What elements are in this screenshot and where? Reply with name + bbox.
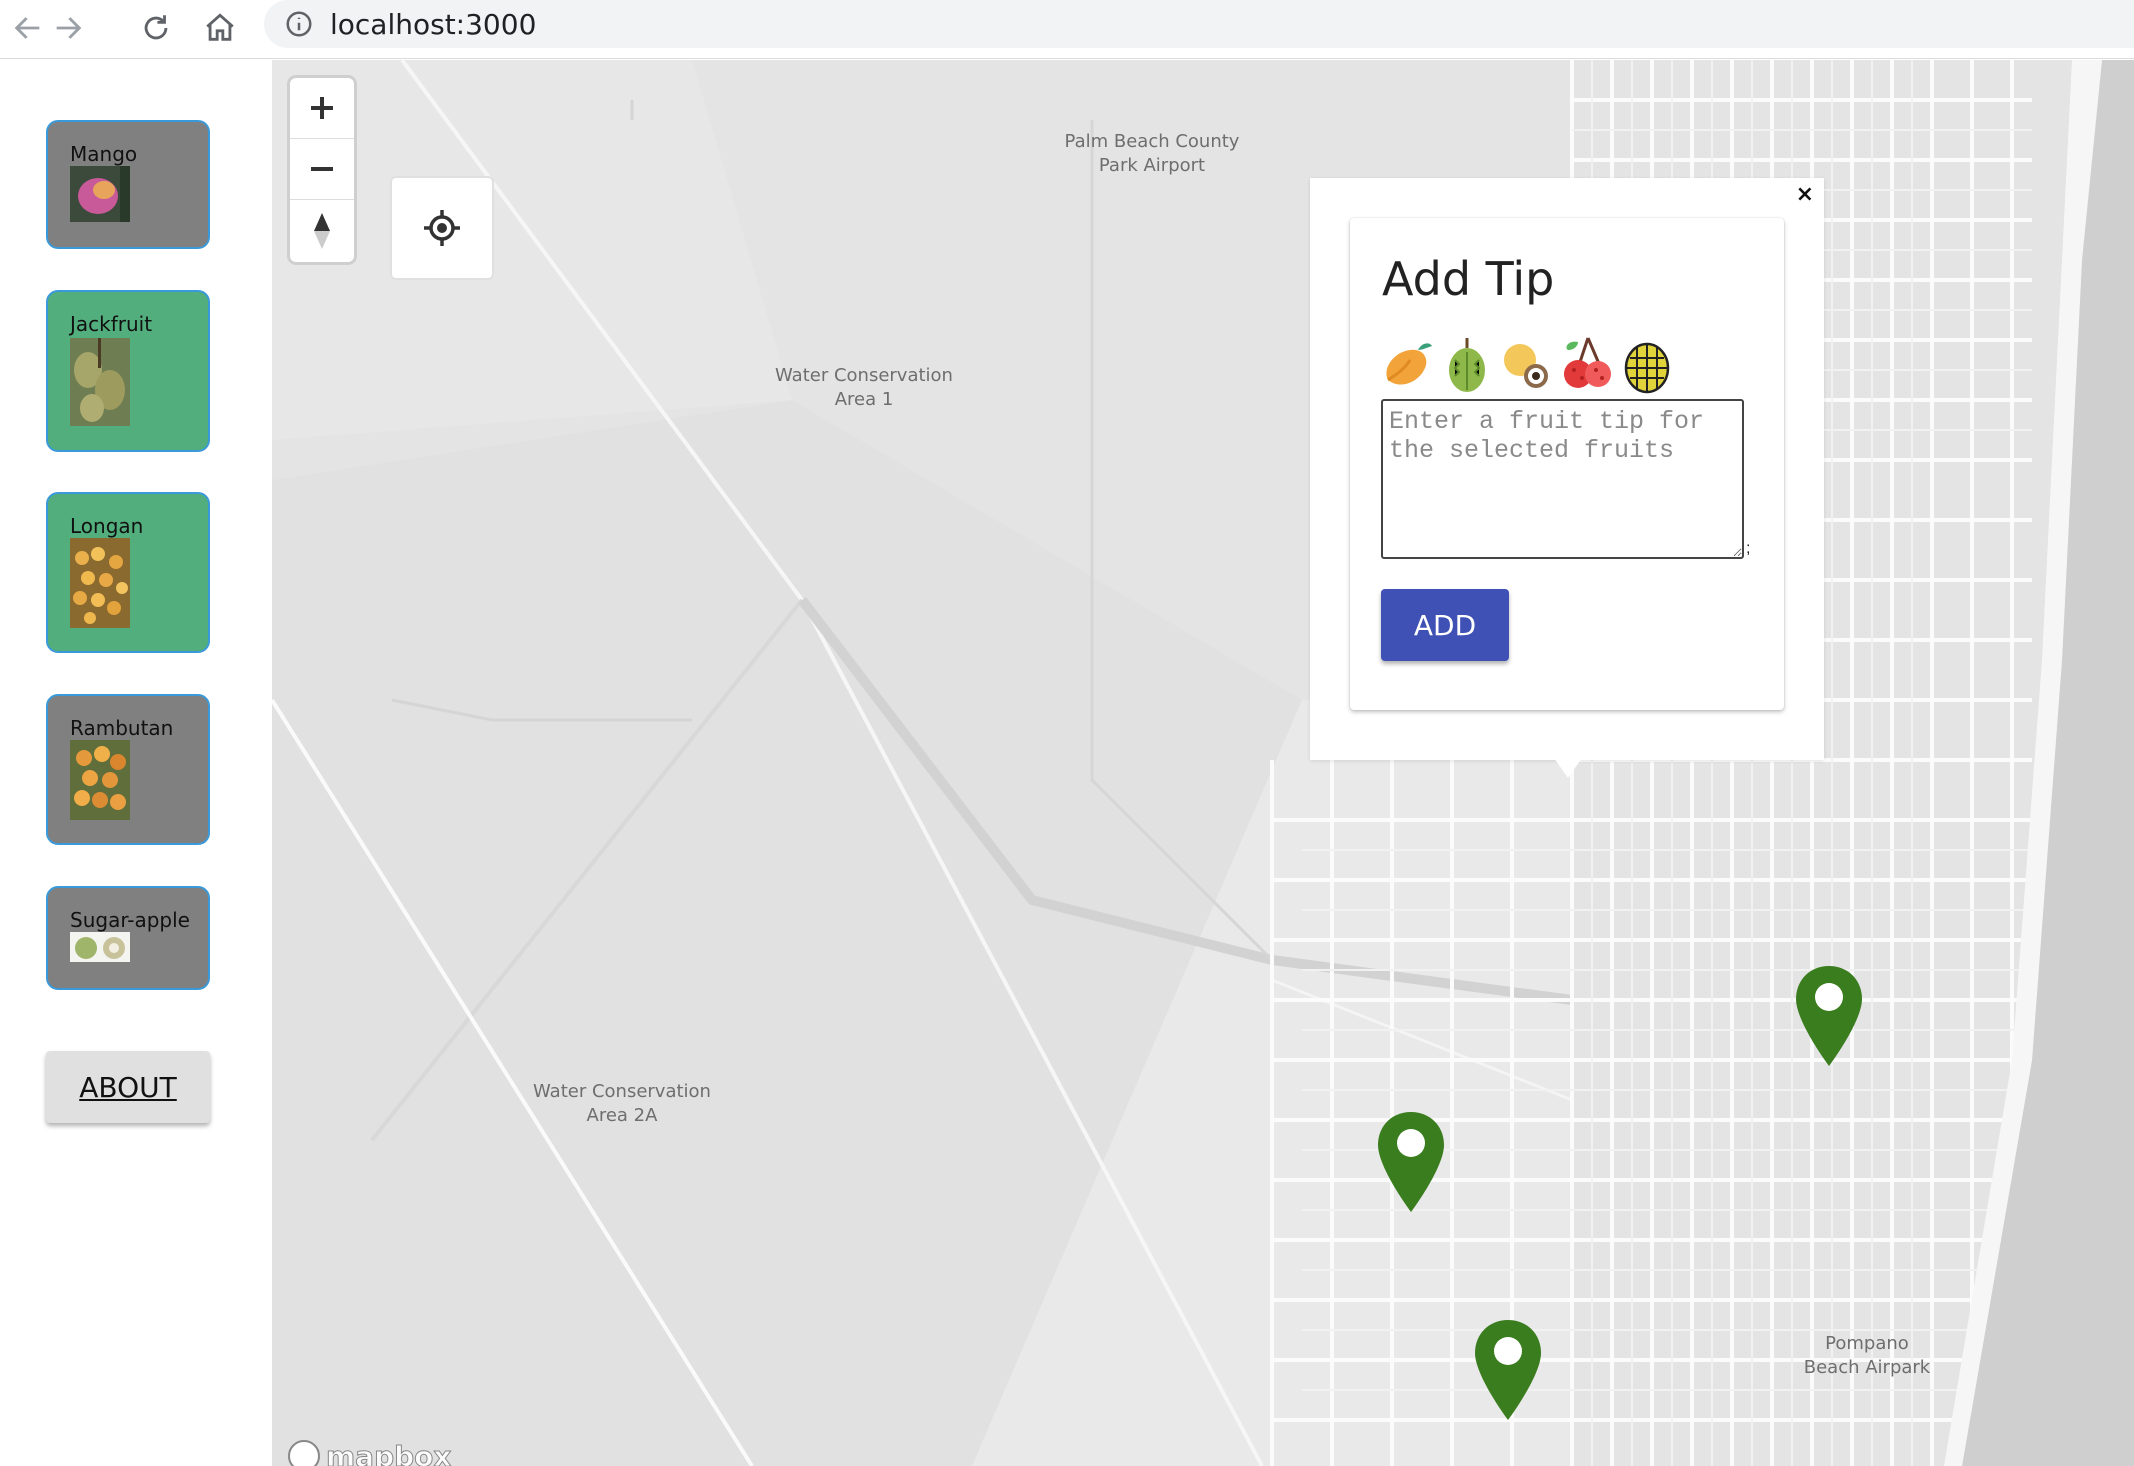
- zoom-controls: [290, 78, 354, 262]
- map-label-pompano: Pompano Beach Airpark: [1803, 1333, 1931, 1378]
- add-tip-card: Add Tip Enter a fruit tip for the select…: [1350, 218, 1784, 710]
- mapbox-attribution[interactable]: mapbox: [286, 1438, 452, 1466]
- sugar-apple-image: [70, 932, 130, 962]
- map-pin-icon: [1796, 966, 1862, 1066]
- map-label-wca2a: Water Conservation Area 2A: [533, 1081, 711, 1126]
- longan-icon[interactable]: [1500, 336, 1554, 394]
- map-canvas: [272, 60, 2134, 1466]
- map[interactable]: Palm Beach County Park Airport Water Con…: [272, 60, 2134, 1466]
- address-bar[interactable]: localhost:3000: [264, 0, 2134, 48]
- map-marker-pin[interactable]: [1794, 964, 1864, 1068]
- fruit-sidebar: Mango Jackfruit Longan Rambutan Sugar-ap…: [0, 60, 272, 1466]
- add-tip-popup: × Add Tip Enter a fruit tip for the sele…: [1310, 178, 1824, 760]
- longan-image: [70, 538, 130, 628]
- url-text: localhost:3000: [330, 7, 537, 41]
- reload-icon: [144, 15, 168, 40]
- mango-icon[interactable]: [1380, 336, 1434, 394]
- jackfruit-image: [70, 338, 130, 426]
- durian-icon[interactable]: [1440, 336, 1494, 394]
- fruit-name: Longan: [70, 514, 144, 538]
- fruit-name: Mango: [70, 142, 138, 166]
- popup-title: Add Tip: [1382, 252, 1555, 306]
- fruit-name: Rambutan: [70, 716, 174, 740]
- trailing-text: ;: [1746, 540, 1751, 557]
- compass-icon: [314, 212, 330, 249]
- fruit-name: Sugar-apple: [70, 908, 190, 932]
- info-icon[interactable]: [284, 9, 314, 39]
- reload-button[interactable]: [132, 4, 180, 52]
- compass-button[interactable]: [290, 200, 354, 261]
- arrow-left-icon: [14, 17, 40, 39]
- fruit-card-mango[interactable]: Mango: [46, 120, 210, 249]
- geolocate-button[interactable]: [390, 176, 494, 280]
- fruit-card-rambutan[interactable]: Rambutan: [46, 694, 210, 845]
- plus-icon: [311, 97, 333, 119]
- fruit-card-jackfruit[interactable]: Jackfruit: [46, 290, 210, 452]
- map-marker-pin[interactable]: [1473, 1318, 1543, 1422]
- fruit-card-longan[interactable]: Longan: [46, 492, 210, 653]
- add-tip-button[interactable]: ADD: [1381, 589, 1509, 661]
- about-label: ABOUT: [79, 1070, 177, 1104]
- add-button-label: ADD: [1413, 608, 1477, 642]
- zoom-out-button[interactable]: [290, 139, 354, 200]
- map-pin-icon: [1475, 1320, 1541, 1420]
- map-marker-pin[interactable]: [1376, 1110, 1446, 1214]
- forward-button[interactable]: [44, 4, 92, 52]
- mapbox-logo-icon: [288, 1440, 320, 1466]
- rambutan-image: [70, 740, 130, 820]
- fruit-card-sugar-apple[interactable]: Sugar-apple: [46, 886, 210, 990]
- popup-close-button[interactable]: ×: [1796, 182, 1814, 207]
- tip-textarea[interactable]: [1381, 399, 1744, 559]
- fruit-name: Jackfruit: [70, 312, 153, 336]
- map-label-wca1: Water Conservation Area 1: [775, 365, 953, 410]
- mango-image: [70, 166, 130, 222]
- rambutan-icon[interactable]: [1560, 336, 1614, 394]
- home-button[interactable]: [196, 4, 244, 52]
- minus-icon: [311, 167, 333, 171]
- about-button[interactable]: ABOUT: [46, 1051, 210, 1123]
- home-icon: [206, 13, 234, 41]
- map-label-palm-beach: Palm Beach County Park Airport: [1064, 131, 1240, 176]
- map-pin-icon: [1378, 1112, 1444, 1212]
- zoom-in-button[interactable]: [290, 78, 354, 139]
- browser-toolbar: localhost:3000: [0, 0, 2134, 59]
- sugar-apple-icon[interactable]: [1620, 336, 1674, 394]
- arrow-right-icon: [56, 17, 82, 39]
- crosshair-icon: [424, 210, 460, 246]
- popup-pointer: [1554, 758, 1582, 778]
- fruit-icon-row: [1380, 336, 1674, 394]
